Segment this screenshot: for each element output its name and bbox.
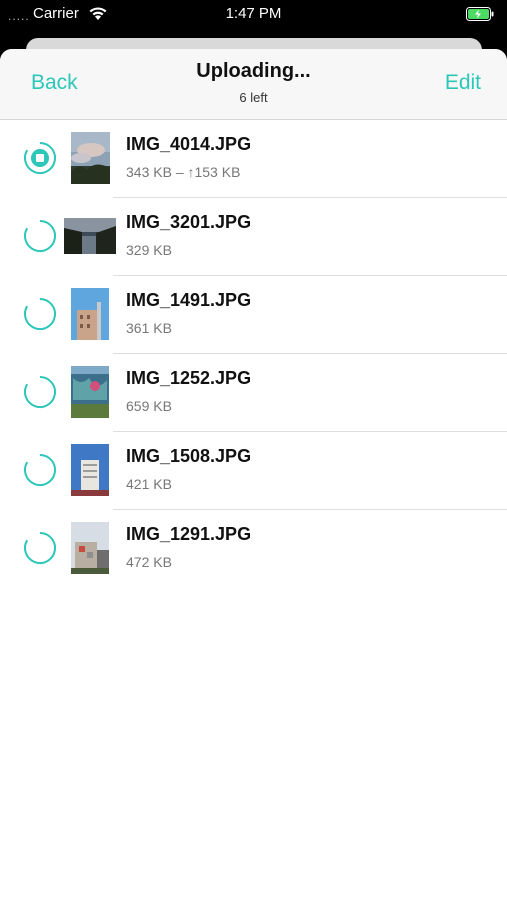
edit-button[interactable]: Edit	[445, 71, 481, 95]
pending-spinner-icon	[24, 532, 56, 564]
file-name: IMG_1252.JPG	[126, 368, 252, 388]
pending-spinner-icon	[24, 220, 56, 252]
list-item[interactable]: IMG_1508.JPG 421 KB	[0, 432, 507, 510]
list-item[interactable]: IMG_4014.JPG 343 KB – ↑153 KB	[0, 120, 507, 198]
navigation-bar: Back Uploading... 6 left Edit	[0, 49, 507, 120]
page-title: Uploading...	[196, 60, 311, 82]
photo-thumbnail	[71, 288, 109, 340]
file-name: IMG_4014.JPG	[126, 134, 252, 154]
clock: 1:47 PM	[225, 5, 282, 22]
file-size: 361 KB	[126, 320, 172, 336]
upload-sheet: Back Uploading... 6 left Edit IMG_4014.J…	[0, 49, 507, 900]
photo-thumbnail	[71, 522, 109, 574]
battery-charging-icon	[466, 7, 494, 21]
list-item[interactable]: IMG_1491.JPG 361 KB	[0, 276, 507, 354]
pending-spinner-icon	[24, 454, 56, 486]
file-name: IMG_3201.JPG	[126, 212, 252, 232]
file-size: 472 KB	[126, 554, 172, 570]
photo-thumbnail	[71, 444, 109, 496]
file-size: 659 KB	[126, 398, 172, 414]
status-bar: ..... Carrier 1:47 PM	[0, 0, 507, 30]
upload-list: IMG_4014.JPG 343 KB – ↑153 KB IMG_3201.J…	[0, 120, 507, 588]
photo-thumbnail	[71, 366, 109, 418]
list-item[interactable]: IMG_1291.JPG 472 KB	[0, 510, 507, 588]
file-size: 421 KB	[126, 476, 172, 492]
list-item[interactable]: IMG_3201.JPG 329 KB	[0, 198, 507, 276]
file-name: IMG_1508.JPG	[126, 446, 252, 466]
photo-thumbnail	[64, 218, 116, 254]
photo-thumbnail	[71, 132, 110, 184]
file-size: 343 KB – ↑153 KB	[126, 164, 241, 180]
pending-spinner-icon	[24, 298, 56, 330]
pending-spinner-icon	[24, 376, 56, 408]
file-name: IMG_1291.JPG	[126, 524, 252, 544]
file-size: 329 KB	[126, 242, 172, 258]
remaining-count: 6 left	[239, 90, 268, 105]
file-name: IMG_1491.JPG	[126, 290, 252, 310]
list-item[interactable]: IMG_1252.JPG 659 KB	[0, 354, 507, 432]
upload-progress-stop-icon[interactable]	[23, 141, 57, 175]
